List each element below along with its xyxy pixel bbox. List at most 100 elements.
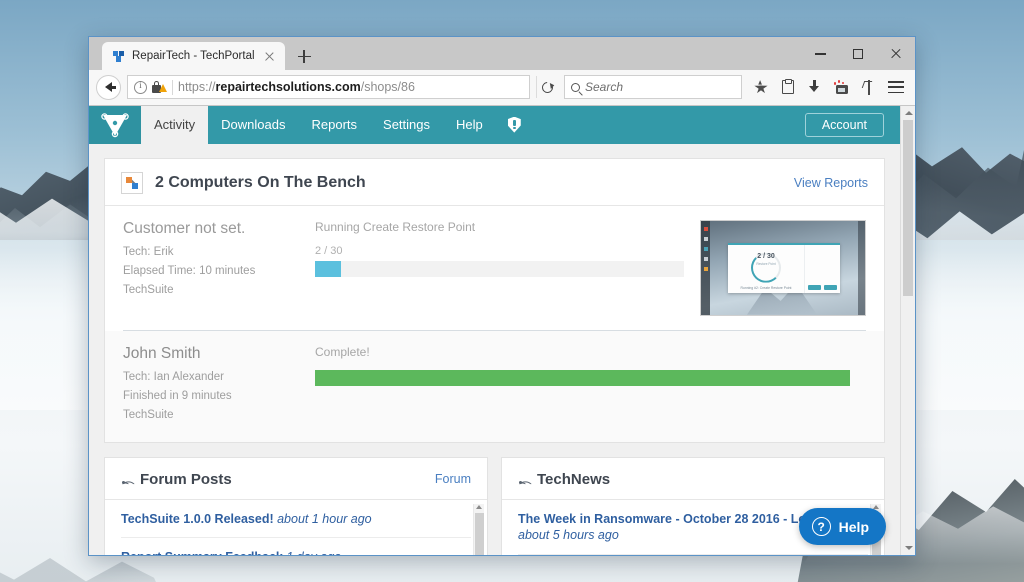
bench-row-tech: Tech: Erik xyxy=(123,245,174,258)
thumbnail-ring-value: 2 / 30 xyxy=(757,252,775,260)
bench-row-info: John Smith Tech: Ian Alexander Finished … xyxy=(123,345,315,428)
app-nav-items: Activity Downloads Reports Settings Help xyxy=(141,105,533,144)
back-button[interactable] xyxy=(96,74,121,100)
browser-tab-title: RepairTech - TechPortal xyxy=(132,50,255,63)
url-text: https://repairtechsolutions.com/shops/86 xyxy=(178,80,415,94)
list-item[interactable]: TechSuite 1.0.0 Released! about 1 hour a… xyxy=(121,500,471,539)
new-tab-button[interactable] xyxy=(291,43,317,69)
thumbnail-progress-panel: 2 / 30 Restore Point Running #2: Create … xyxy=(728,245,804,293)
page-info-icon[interactable] xyxy=(134,80,147,94)
nav-item-security[interactable] xyxy=(496,106,533,144)
library-button[interactable] xyxy=(775,75,800,100)
search-placeholder: Search xyxy=(585,80,624,95)
pocket-icon xyxy=(833,80,850,95)
bench-card: 2 Computers On The Bench View Reports Cu… xyxy=(104,157,885,443)
url-path: /shops/86 xyxy=(360,80,415,95)
forum-panel-header: Forum Posts Forum xyxy=(105,458,487,500)
browser-tab[interactable]: RepairTech - TechPortal xyxy=(102,42,285,71)
app-logo[interactable] xyxy=(89,105,141,144)
bench-row-customer: John Smith xyxy=(123,344,201,362)
forum-post-time: 1 day ago xyxy=(286,550,341,555)
scroll-up-arrow-icon[interactable] xyxy=(904,110,913,115)
lock-warning-icon[interactable] xyxy=(152,80,167,94)
bench-row-time: Finished in 9 minutes xyxy=(123,389,232,402)
pocket-button[interactable] xyxy=(829,75,854,100)
forum-post-list: TechSuite 1.0.0 Released! about 1 hour a… xyxy=(105,500,487,555)
nav-item-settings-label: Settings xyxy=(383,117,431,133)
bench-row-product: TechSuite xyxy=(123,283,174,296)
library-icon xyxy=(781,78,794,95)
forum-link[interactable]: Forum xyxy=(435,472,471,486)
remote-connection-icon xyxy=(121,171,143,194)
reload-icon xyxy=(539,79,556,96)
feed-panels: Forum Posts Forum TechSuite 1.0.0 Releas… xyxy=(104,456,885,555)
window-controls xyxy=(801,37,915,71)
sync-button[interactable] xyxy=(856,75,881,100)
search-icon xyxy=(571,82,580,92)
bench-row-progress-fill xyxy=(315,260,341,277)
page-body: 2 Computers On The Bench View Reports Cu… xyxy=(89,143,900,555)
forum-list-scrollbar[interactable] xyxy=(473,503,484,555)
browser-navigation-bar: https://repairtechsolutions.com/shops/86… xyxy=(89,70,915,106)
list-item[interactable]: Report Summary Feedback 1 day ago xyxy=(121,538,471,555)
technews-time: about 5 hours ago xyxy=(518,528,619,543)
techportal-favicon-icon xyxy=(112,50,125,63)
forum-posts-panel: Forum Posts Forum TechSuite 1.0.0 Releas… xyxy=(104,456,488,555)
url-host: repairtechsolutions.com xyxy=(215,80,361,95)
page-scrollbar[interactable] xyxy=(900,105,915,555)
account-button-label: Account xyxy=(821,117,867,132)
window-maximize-button[interactable] xyxy=(839,37,877,71)
forum-post-title: TechSuite 1.0.0 Released! xyxy=(121,511,274,526)
thumbnail-app-window: 2 / 30 Restore Point Running #2: Create … xyxy=(728,242,840,293)
search-box[interactable]: Search xyxy=(564,75,742,100)
bench-row-thumbnail-area: 2 / 30 Restore Point Running #2: Create … xyxy=(700,219,866,316)
reload-button[interactable] xyxy=(536,76,558,99)
scroll-up-icon[interactable] xyxy=(476,504,482,509)
help-widget-button[interactable]: ? Help xyxy=(798,508,886,545)
bench-row-status: Running Create Restore Point xyxy=(315,219,476,234)
browser-toolbar-icons xyxy=(748,75,908,100)
nav-item-settings[interactable]: Settings xyxy=(370,106,443,144)
url-divider xyxy=(172,79,173,95)
page-scrollbar-thumb[interactable] xyxy=(903,119,913,296)
nav-item-reports-label: Reports xyxy=(311,117,358,133)
technews-panel-title: TechNews xyxy=(537,470,611,488)
url-bar[interactable]: https://repairtechsolutions.com/shops/86 xyxy=(127,75,530,100)
browser-window: RepairTech - TechPortal https://repairte… xyxy=(88,36,916,556)
bench-row-progress-area: Running Create Restore Point 2 / 30 xyxy=(315,220,700,316)
window-close-button[interactable] xyxy=(877,37,915,71)
downloads-button[interactable] xyxy=(802,75,827,100)
scrollbar-thumb[interactable] xyxy=(475,512,484,555)
tab-close-icon[interactable] xyxy=(262,49,277,64)
bench-row-customer: Customer not set. xyxy=(123,219,246,237)
nav-item-activity[interactable]: Activity xyxy=(141,105,209,144)
remote-screenshot-thumbnail[interactable]: 2 / 30 Restore Point Running #2: Create … xyxy=(700,219,866,316)
thumbnail-taskbar-icons xyxy=(703,226,708,271)
page-content: Activity Downloads Reports Settings Help xyxy=(89,105,900,555)
bench-row-progress-area: Complete! xyxy=(315,345,866,428)
bench-row-info: Customer not set. Tech: Erik Elapsed Tim… xyxy=(123,220,315,316)
thumbnail-ring-sub: Restore Point xyxy=(756,261,776,266)
bench-card-header: 2 Computers On The Bench View Reports xyxy=(105,159,884,206)
help-widget-label: Help xyxy=(838,518,869,535)
bench-row-tech: Tech: Ian Alexander xyxy=(123,370,225,383)
bench-row-time: Elapsed Time: 10 minutes xyxy=(123,264,256,277)
bench-row: Customer not set. Tech: Erik Elapsed Tim… xyxy=(105,206,884,330)
sync-icon xyxy=(863,79,875,95)
account-button[interactable]: Account xyxy=(804,112,884,137)
bookmark-star-button[interactable] xyxy=(748,75,773,100)
technews-panel-header: TechNews xyxy=(502,458,884,500)
bookmark-star-icon xyxy=(753,81,768,93)
nav-item-activity-label: Activity xyxy=(154,117,196,133)
nav-item-downloads[interactable]: Downloads xyxy=(208,106,298,144)
menu-button[interactable] xyxy=(883,75,908,100)
rss-icon xyxy=(518,473,532,491)
scroll-up-icon[interactable] xyxy=(873,504,879,509)
nav-item-help-label: Help xyxy=(456,117,483,133)
window-minimize-button[interactable] xyxy=(801,37,839,71)
bench-row-product: TechSuite xyxy=(123,408,174,421)
nav-item-help[interactable]: Help xyxy=(443,106,496,144)
view-reports-link[interactable]: View Reports xyxy=(794,176,868,190)
scroll-down-arrow-icon[interactable] xyxy=(904,546,913,550)
nav-item-reports[interactable]: Reports xyxy=(299,106,371,144)
